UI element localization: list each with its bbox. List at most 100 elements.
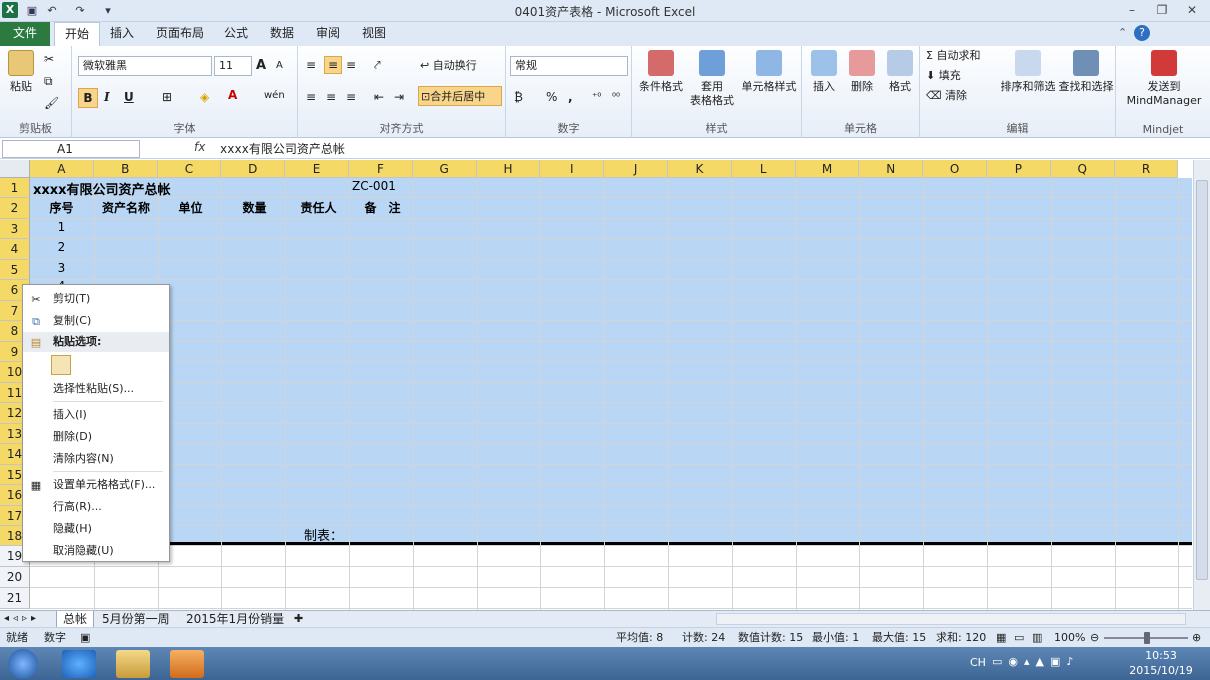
merge-center-button[interactable]: ⊡合并后居中	[418, 86, 502, 106]
autosum-button[interactable]: Σ 自动求和	[926, 46, 980, 66]
sheet-tab-jan-sales[interactable]: 2015年1月份销量	[180, 611, 290, 628]
orientation-icon[interactable]: ⤤	[374, 58, 381, 73]
sheet-tab-ledger[interactable]: 总帐	[56, 611, 95, 628]
row-header-4[interactable]: 4	[0, 239, 30, 260]
decrease-indent-icon[interactable]: ⇤	[374, 90, 384, 104]
tab-page-layout[interactable]: 页面布局	[146, 22, 214, 46]
comma-button[interactable]: ,	[568, 90, 573, 104]
tab-home[interactable]: 开始	[54, 22, 101, 47]
italic-button[interactable]: I	[104, 90, 110, 104]
column-header-a[interactable]: A	[30, 160, 94, 178]
zoom-level[interactable]: 100%	[1054, 628, 1085, 647]
grow-font-icon[interactable]: A	[256, 58, 266, 73]
menu-paste-special[interactable]: 选择性粘贴(S)...	[23, 379, 169, 399]
row-header-1[interactable]: 1	[0, 178, 30, 198]
decrease-decimal-icon[interactable]: ⁰⁰	[612, 92, 620, 103]
header-unit[interactable]: 单位	[159, 199, 222, 216]
paste-option-icon[interactable]	[51, 355, 71, 375]
format-as-table-button[interactable]: 套用 表格格式	[688, 50, 736, 108]
zoom-slider-thumb[interactable]	[1144, 632, 1150, 644]
menu-row-height[interactable]: 行高(R)...	[23, 497, 169, 517]
column-header-i[interactable]: I	[540, 160, 605, 178]
row-header-3[interactable]: 3	[0, 219, 30, 239]
wrap-text-button[interactable]: ↩ 自动换行	[420, 56, 477, 76]
font-size-select[interactable]: 11	[214, 56, 252, 76]
send-to-mindmanager-button[interactable]: 发送到 MindManager	[1120, 50, 1208, 108]
column-header-b[interactable]: B	[93, 160, 158, 178]
number-format-select[interactable]: 常规	[510, 56, 628, 76]
header-seq[interactable]: 序号	[30, 199, 93, 216]
normal-view-icon[interactable]: ▦	[996, 628, 1006, 647]
zoom-out-icon[interactable]: ⊖	[1090, 628, 1099, 647]
cut-icon[interactable]: ✂	[44, 52, 54, 66]
row-header-5[interactable]: 5	[0, 260, 30, 280]
cell-seq-3[interactable]: 3	[30, 261, 93, 275]
shrink-font-icon[interactable]: A	[276, 60, 283, 71]
align-left-icon[interactable]: ≡	[306, 90, 316, 104]
cell-seq-2[interactable]: 2	[30, 240, 93, 254]
font-name-select[interactable]: 微软雅黑	[78, 56, 212, 76]
page-break-view-icon[interactable]: ▥	[1032, 628, 1042, 647]
column-header-g[interactable]: G	[412, 160, 477, 178]
ie-icon[interactable]	[62, 650, 96, 678]
column-header-e[interactable]: E	[285, 160, 349, 178]
header-owner[interactable]: 责任人	[287, 199, 350, 216]
select-all-button[interactable]	[0, 160, 30, 178]
column-header-m[interactable]: M	[795, 160, 860, 178]
sort-filter-button[interactable]: 排序和筛选	[1000, 50, 1056, 94]
menu-unhide[interactable]: 取消隐藏(U)	[23, 541, 169, 561]
column-header-n[interactable]: N	[859, 160, 924, 178]
cell-f1-code[interactable]: ZC-001	[352, 179, 396, 193]
formula-input[interactable]: xxxx有限公司资产总帐	[220, 140, 345, 158]
explorer-icon[interactable]	[116, 650, 150, 678]
tab-formulas[interactable]: 公式	[214, 22, 258, 46]
help-icon[interactable]: ?	[1134, 25, 1150, 41]
start-button-icon[interactable]	[8, 649, 38, 679]
column-header-k[interactable]: K	[668, 160, 732, 178]
vertical-scrollbar[interactable]	[1193, 160, 1210, 610]
menu-clear[interactable]: 清除内容(N)	[23, 449, 169, 469]
scroll-thumb[interactable]	[1196, 180, 1208, 580]
bold-button[interactable]: B	[78, 88, 98, 108]
cell-maker[interactable]: 制表：	[304, 525, 343, 544]
column-header-c[interactable]: C	[157, 160, 222, 178]
paste-button[interactable]: 粘贴	[6, 50, 36, 94]
tab-file[interactable]: 文件	[0, 22, 50, 46]
fill-button[interactable]: ⬇ 填充	[926, 66, 961, 86]
cell-styles-button[interactable]: 单元格样式	[738, 50, 800, 94]
border-icon[interactable]: ⊞	[162, 90, 172, 104]
column-header-r[interactable]: R	[1114, 160, 1179, 178]
tray-icons[interactable]: ▭◉▴▲▣♪	[992, 655, 1079, 668]
underline-button[interactable]: U	[124, 90, 134, 104]
fill-color-icon[interactable]: ◈	[200, 90, 209, 104]
ribbon-minimize-icon[interactable]: ⌃	[1118, 26, 1127, 39]
tab-insert[interactable]: 插入	[100, 22, 144, 46]
cell-seq-1[interactable]: 1	[30, 220, 93, 234]
percent-button[interactable]: %	[546, 90, 557, 104]
align-top-icon[interactable]: ≡	[306, 58, 316, 72]
page-layout-view-icon[interactable]: ▭	[1014, 628, 1024, 647]
column-header-q[interactable]: Q	[1050, 160, 1115, 178]
align-middle-icon[interactable]: ≡	[324, 56, 342, 74]
menu-insert[interactable]: 插入(I)	[23, 405, 169, 425]
align-center-icon[interactable]: ≡	[326, 90, 336, 104]
currency-icon[interactable]: ₿	[514, 90, 523, 104]
media-player-icon[interactable]	[170, 650, 204, 678]
column-header-p[interactable]: P	[987, 160, 1051, 178]
restore-button[interactable]: ❐	[1150, 2, 1174, 18]
header-qty[interactable]: 数量	[223, 199, 286, 216]
menu-delete[interactable]: 删除(D)	[23, 427, 169, 447]
menu-format-cells[interactable]: ▦ 设置单元格格式(F)...	[23, 475, 169, 495]
clock-time[interactable]: 10:53	[1136, 649, 1186, 662]
horizontal-scrollbar[interactable]	[716, 613, 1186, 625]
cell-a1-title[interactable]: xxxx有限公司资产总帐	[33, 179, 171, 198]
phonetic-icon[interactable]: wén	[264, 90, 285, 101]
column-header-j[interactable]: J	[604, 160, 668, 178]
new-sheet-icon[interactable]: ✚	[294, 612, 303, 625]
minimize-button[interactable]: –	[1120, 2, 1144, 18]
clear-button[interactable]: ⌫ 清除	[926, 86, 967, 106]
insert-cells-button[interactable]: 插入	[806, 50, 842, 94]
language-indicator[interactable]: CH	[970, 656, 986, 669]
align-right-icon[interactable]: ≡	[346, 90, 356, 104]
align-bottom-icon[interactable]: ≡	[346, 58, 356, 72]
